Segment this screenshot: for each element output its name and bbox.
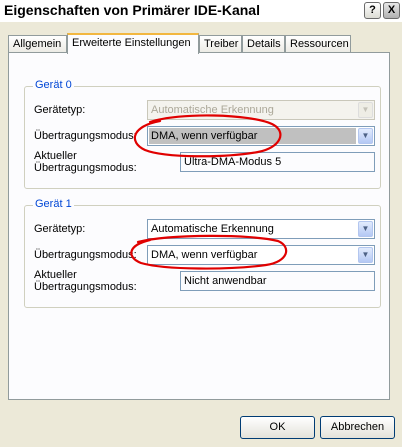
chevron-down-icon[interactable]: ▼ xyxy=(358,247,373,263)
device0-type-select: Automatische Erkennung ▼ xyxy=(147,100,375,120)
tab-treiber[interactable]: Treiber xyxy=(199,35,242,52)
device0-current-label-line2: Übertragungsmodus: xyxy=(34,162,137,174)
tab-erweiterte-einstellungen[interactable]: Erweiterte Einstellungen xyxy=(67,33,199,54)
device0-mode-select[interactable]: DMA, wenn verfügbar ▼ xyxy=(147,126,375,146)
device0-current-value: Ultra-DMA-Modus 5 xyxy=(184,156,282,168)
chevron-down-icon[interactable]: ▼ xyxy=(358,221,373,237)
device1-type-label: Gerätetyp: xyxy=(34,223,86,235)
device0-group: Gerät 0 Gerätetyp: Automatische Erkennun… xyxy=(24,79,381,189)
device1-mode-label: Übertragungsmodus: xyxy=(34,249,137,261)
help-button[interactable]: ? xyxy=(364,2,381,19)
device1-current-label-line2: Übertragungsmodus: xyxy=(34,281,137,293)
device1-type-value: Automatische Erkennung xyxy=(151,223,274,235)
device0-type-label: Gerätetyp: xyxy=(34,104,86,116)
device1-type-select[interactable]: Automatische Erkennung ▼ xyxy=(147,219,375,239)
device0-legend: Gerät 0 xyxy=(33,79,74,91)
device1-current-mode-field: Nicht anwendbar xyxy=(180,271,375,291)
close-button[interactable]: X xyxy=(383,2,400,19)
cancel-button[interactable]: Abbrechen xyxy=(320,416,395,439)
device0-type-value: Automatische Erkennung xyxy=(151,104,274,116)
title-bar: Eigenschaften von Primärer IDE-Kanal ? X xyxy=(0,0,402,22)
ok-button[interactable]: OK xyxy=(240,416,315,439)
device0-mode-label: Übertragungsmodus: xyxy=(34,130,137,142)
tab-panel: Gerät 0 Gerätetyp: Automatische Erkennun… xyxy=(8,52,390,400)
device1-current-value: Nicht anwendbar xyxy=(184,275,267,287)
window-title: Eigenschaften von Primärer IDE-Kanal xyxy=(4,2,260,18)
device1-legend: Gerät 1 xyxy=(33,198,74,210)
chevron-down-icon[interactable]: ▼ xyxy=(358,128,373,144)
device0-mode-value: DMA, wenn verfügbar xyxy=(149,128,356,144)
device1-group: Gerät 1 Gerätetyp: Automatische Erkennun… xyxy=(24,198,381,308)
device0-current-mode-field: Ultra-DMA-Modus 5 xyxy=(180,152,375,172)
tab-allgemein[interactable]: Allgemein xyxy=(8,35,67,52)
device1-mode-value: DMA, wenn verfügbar xyxy=(151,249,258,261)
chevron-down-icon: ▼ xyxy=(358,102,373,118)
tab-details[interactable]: Details xyxy=(242,35,285,52)
device1-mode-select[interactable]: DMA, wenn verfügbar ▼ xyxy=(147,245,375,265)
tab-ressourcen[interactable]: Ressourcen xyxy=(285,35,351,52)
